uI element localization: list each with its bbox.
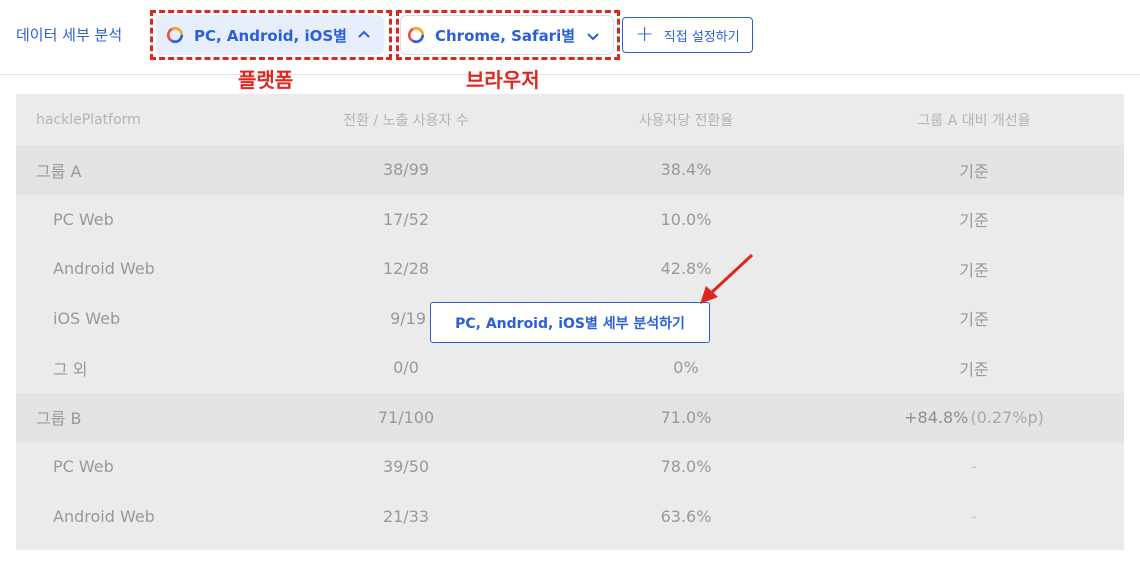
header-improvement: 그룹 A 대비 개선율: [917, 112, 1031, 129]
table-row: 그 외 0/0 0% 기준: [16, 343, 1124, 393]
conversion-count: 39/50: [382, 457, 430, 477]
conversion-count: 21/33: [382, 506, 430, 526]
header-platform: hacklePlatform: [36, 111, 141, 128]
row-label: 그 외: [53, 359, 88, 379]
conversion-count: 38/99: [382, 160, 430, 180]
row-label: Android Web: [53, 506, 155, 526]
header-rate: 사용자당 전환율: [638, 112, 734, 129]
conversion-rate: 0%: [673, 358, 699, 378]
platform-detail-analysis-button[interactable]: PC, Android, iOS별 세부 분석하기: [430, 302, 710, 343]
header-conversion: 전환 / 노출 사용자 수: [343, 112, 469, 129]
conversion-rate: 63.6%: [660, 506, 712, 526]
conversion-rate: 42.8%: [660, 259, 712, 279]
improvement-value: +84.8%: [904, 407, 969, 427]
improvement-value: 기준: [959, 260, 989, 280]
chevron-up-icon: [358, 30, 370, 38]
improvement-cell: +84.8% (0.27%p): [874, 393, 1074, 443]
improvement-value: 기준: [959, 161, 989, 181]
platform-chip-label: PC, Android, iOS별: [194, 26, 347, 45]
row-label: 그룹 A: [36, 161, 82, 181]
improvement-value: 기준: [959, 310, 989, 330]
browser-breakdown-chip[interactable]: Chrome, Safari별: [400, 15, 614, 55]
conversion-count: 17/52: [382, 209, 430, 229]
detail-analysis-label: 데이터 세부 분석: [16, 26, 123, 44]
improvement-value: 기준: [959, 211, 989, 231]
row-label: iOS Web: [53, 308, 121, 328]
browser-annotation: 브라우저: [466, 68, 540, 92]
conversion-count: 71/100: [377, 407, 435, 427]
table-row-group-a: 그룹 A 38/99 38.4% 기준: [16, 145, 1124, 195]
row-label: PC Web: [53, 209, 114, 229]
plus-icon: +: [635, 22, 654, 47]
platform-breakdown-chip[interactable]: PC, Android, iOS별: [156, 15, 384, 55]
table-row: PC Web 17/52 10.0% 기준: [16, 195, 1124, 245]
improvement-delta: (0.27%p): [970, 407, 1044, 427]
chevron-down-icon: [587, 33, 599, 41]
table-row: PC Web 39/50 78.0% -: [16, 442, 1124, 492]
table-row: Android Web 21/33 63.6% -: [16, 492, 1124, 542]
conversion-count: 0/0: [393, 358, 419, 378]
conversion-rate: 71.0%: [660, 407, 712, 427]
conversion-rate: 10.0%: [660, 209, 712, 229]
custom-setting-button[interactable]: + 직접 설정하기: [622, 17, 753, 53]
conversion-rate: 78.0%: [660, 457, 712, 477]
custom-setting-label: 직접 설정하기: [663, 29, 740, 45]
conversion-count: 9/19: [390, 308, 426, 328]
segment-ring-icon: [166, 26, 184, 44]
platform-annotation: 플랫폼: [238, 68, 294, 92]
browser-chip-label: Chrome, Safari별: [435, 26, 576, 45]
row-label: PC Web: [53, 457, 114, 477]
improvement-value: 기준: [959, 359, 989, 379]
table-row: Android Web 12/28 42.8% 기준: [16, 244, 1124, 294]
table-row-group-b: 그룹 B 71/100 71.0% +84.8% (0.27%p): [16, 392, 1124, 443]
row-label: 그룹 B: [36, 409, 82, 429]
improvement-value: -: [971, 457, 977, 477]
segment-ring-icon: [407, 26, 425, 44]
conversion-rate: 38.4%: [660, 160, 712, 180]
table-header-row: hacklePlatform 전환 / 노출 사용자 수 사용자당 전환율 그룹…: [16, 95, 1124, 145]
analysis-toolbar: 데이터 세부 분석 PC, Android, iOS별 Chrome, Safa…: [0, 0, 1140, 75]
improvement-value: -: [971, 506, 977, 526]
row-label: Android Web: [53, 259, 155, 279]
conversion-count: 12/28: [382, 259, 430, 279]
